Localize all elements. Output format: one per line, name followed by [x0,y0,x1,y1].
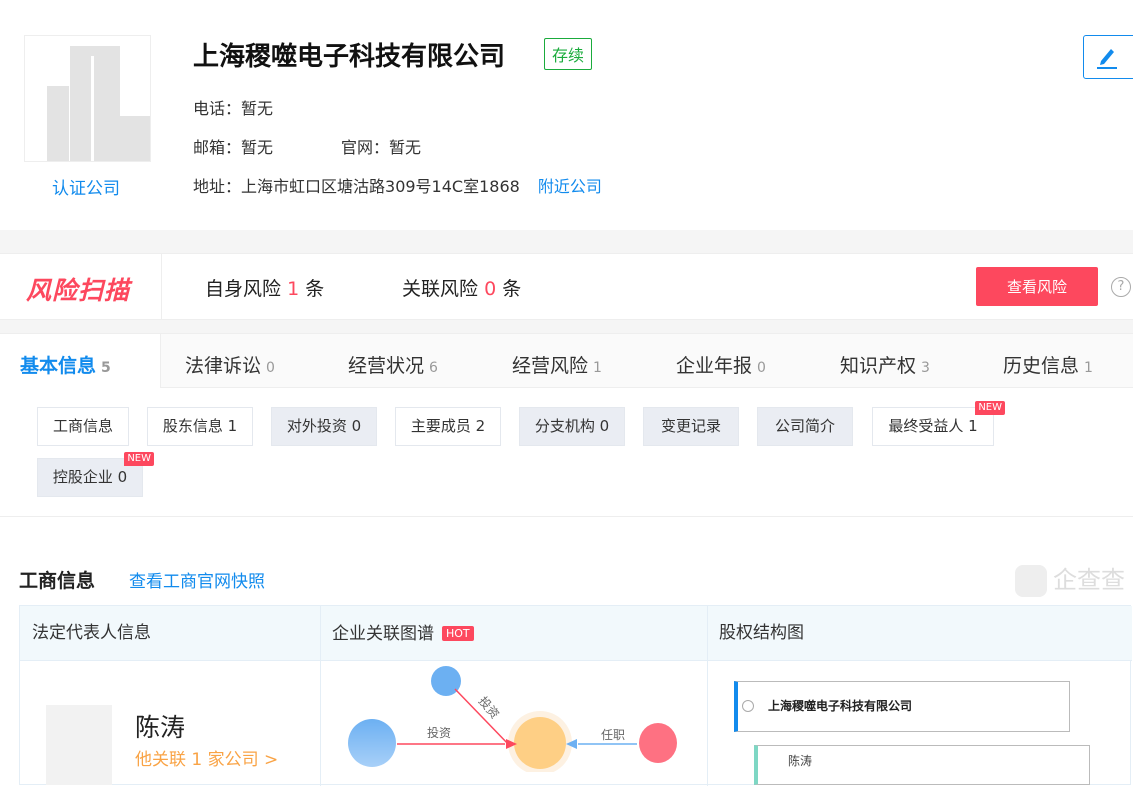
separator [0,230,1133,253]
unit: 条 [305,278,325,300]
view-risk-button[interactable]: 查看风险 [976,267,1098,306]
subtab-holding[interactable]: 控股企业 0 NEW [37,452,154,497]
hot-badge: HOT [442,626,474,641]
person-avatar [46,705,112,785]
related-risk-label: 关联风险 [402,278,479,300]
company-name: 上海稷噬电子科技有限公司 [193,42,506,72]
tab-label: 基本信息 [20,355,97,377]
tab-count: 3 [921,360,930,376]
subtab-shareholders[interactable]: 股东信息 1 [147,407,253,446]
phone-row: 电话：暂无 [193,95,273,119]
company-logo [24,35,151,162]
tab-label: 历史信息 [1003,355,1080,377]
website-row: 官网：暂无 [341,134,421,158]
new-badge: NEW [975,401,1005,415]
header-label: 企业关联图谱 [332,624,434,644]
related-risk-count: 0 [484,278,497,300]
tab-label: 法律诉讼 [185,355,262,377]
tab-count: 6 [429,360,438,376]
unit: 条 [502,278,522,300]
related-risk[interactable]: 关联风险 0 条 [402,274,521,301]
subtab-profile[interactable]: 公司简介 [757,407,853,446]
phone-value: 暂无 [241,99,274,118]
watermark-logo: 企查查 [1015,560,1125,597]
self-risk-count: 1 [287,278,300,300]
tab-count: 0 [757,360,766,376]
equity-child-label: 陈涛 [788,754,813,768]
header-legal-rep: 法定代表人信息 [20,606,320,661]
graph-node[interactable] [639,723,677,763]
self-risk-label: 自身风险 [205,278,282,300]
address-value: 上海市虹口区塘沽路309号14C室1868 [241,177,520,196]
edge-label: 投资 [427,725,451,740]
tab-label: 企业年报 [676,355,753,377]
tab-legal[interactable]: 法律诉讼 0 [185,351,275,378]
edge-label: 投资 [476,693,503,721]
person-name[interactable]: 陈涛 [135,708,185,744]
subtab-beneficiary[interactable]: 最终受益人 1 NEW [872,401,1005,446]
header-equity: 股权结构图 [707,606,1132,661]
tab-ip[interactable]: 知识产权 3 [840,351,930,378]
collapse-icon[interactable] [742,700,754,712]
subtab-business-info[interactable]: 工商信息 [37,407,129,446]
tab-history[interactable]: 历史信息 1 [1003,351,1093,378]
graph-center-node[interactable] [514,717,566,769]
subtab-label: 最终受益人 1 [888,417,978,435]
divider [0,516,1133,517]
certified-company-link[interactable]: 认证公司 [52,174,120,199]
tab-count: 5 [101,360,111,376]
subtab-label: 控股企业 0 [52,468,128,486]
tab-annual-report[interactable]: 企业年报 0 [676,351,766,378]
nearby-companies-link[interactable]: 附近公司 [538,177,602,196]
equity-root-label: 上海稷噬电子科技有限公司 [768,699,913,713]
email-row: 邮箱：暂无 [193,134,273,158]
address-label: 地址： [193,177,242,196]
snapshot-link[interactable]: 查看工商官网快照 [129,567,265,592]
tab-count: 1 [1084,360,1093,376]
separator [0,320,1133,333]
edit-button[interactable] [1083,35,1133,79]
header-graph: 企业关联图谱 HOT [320,606,707,661]
email-label: 邮箱： [193,138,242,157]
risk-scan-logo: 风险扫描 [26,276,131,305]
subtab-branches[interactable]: 分支机构 0 [519,407,625,446]
risk-scan-bar [0,253,1133,320]
equity-child-node[interactable]: 陈涛 [754,745,1090,785]
equity-root-node[interactable]: 上海稷噬电子科技有限公司 [734,681,1070,732]
tab-label: 经营风险 [512,355,589,377]
tab-business-risk[interactable]: 经营风险 1 [512,351,602,378]
edge-label: 任职 [601,728,625,742]
tab-label: 知识产权 [840,355,917,377]
graph-node[interactable] [348,719,396,767]
subtab-investments[interactable]: 对外投资 0 [271,407,377,446]
new-badge: NEW [124,452,154,466]
tab-count: 1 [593,360,602,376]
pencil-icon [1097,48,1117,69]
relation-graph[interactable]: 投资 投资 任职 [320,661,706,772]
status-badge: 存续 [544,38,593,70]
watermark-text: 企查查 [1053,566,1125,594]
subtab-changes[interactable]: 变更记录 [643,407,739,446]
divider [161,254,162,319]
phone-label: 电话： [193,99,242,118]
tab-label: 经营状况 [348,355,425,377]
tab-count: 0 [266,360,275,376]
website-value: 暂无 [389,138,422,157]
divider [707,606,708,786]
address-row: 地址：上海市虹口区塘沽路309号14C室1868 附近公司 [193,173,602,197]
email-value: 暂无 [241,138,274,157]
tab-operations[interactable]: 经营状况 6 [348,351,438,378]
subtab-members[interactable]: 主要成员 2 [395,407,501,446]
website-label: 官网： [341,138,390,157]
self-risk[interactable]: 自身风险 1 条 [205,274,324,301]
help-icon[interactable]: ? [1111,277,1131,297]
section-title: 工商信息 [19,570,96,592]
related-companies-link[interactable]: 他关联 1 家公司 > [135,745,278,770]
tab-basic-info[interactable]: 基本信息 5 [20,351,111,378]
